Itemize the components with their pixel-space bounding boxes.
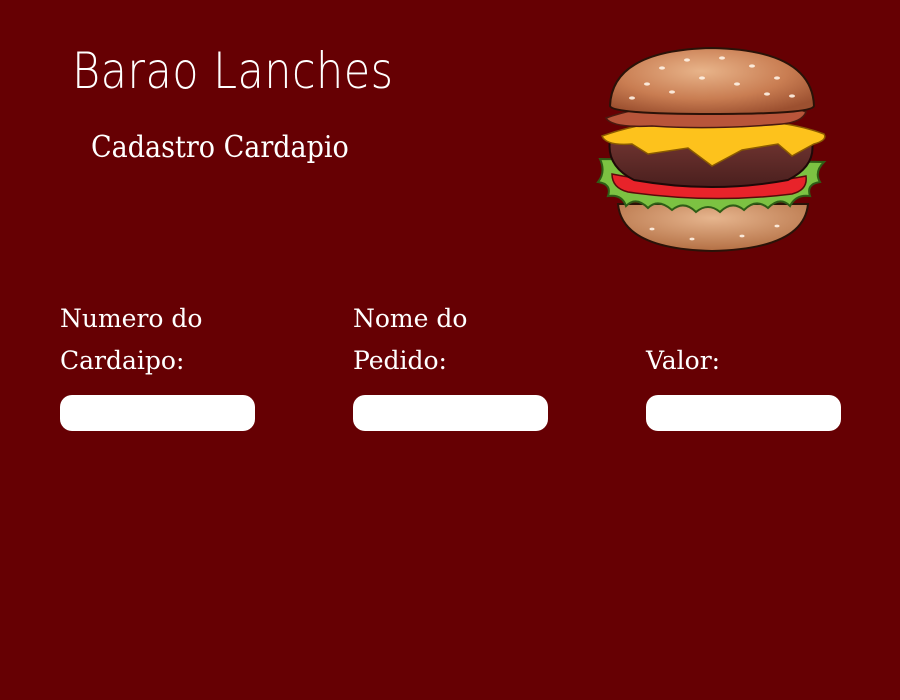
order-name-label: Nome do Pedido: [353,304,468,375]
cardapio-number-input[interactable] [60,395,255,431]
page-subtitle: Cadastro Cardapio [91,130,349,165]
order-name-field: Nome do Pedido: [353,298,553,431]
price-label: Valor: [646,346,721,375]
order-name-input[interactable] [353,395,548,431]
page-title: Barao Lanches [72,42,394,100]
hamburger-icon [596,46,827,253]
cardapio-number-label: Numero do Cardaipo: [60,304,203,375]
price-field: Valor: [646,298,846,431]
price-input[interactable] [646,395,841,431]
cardapio-number-field: Numero do Cardaipo: [60,298,260,431]
